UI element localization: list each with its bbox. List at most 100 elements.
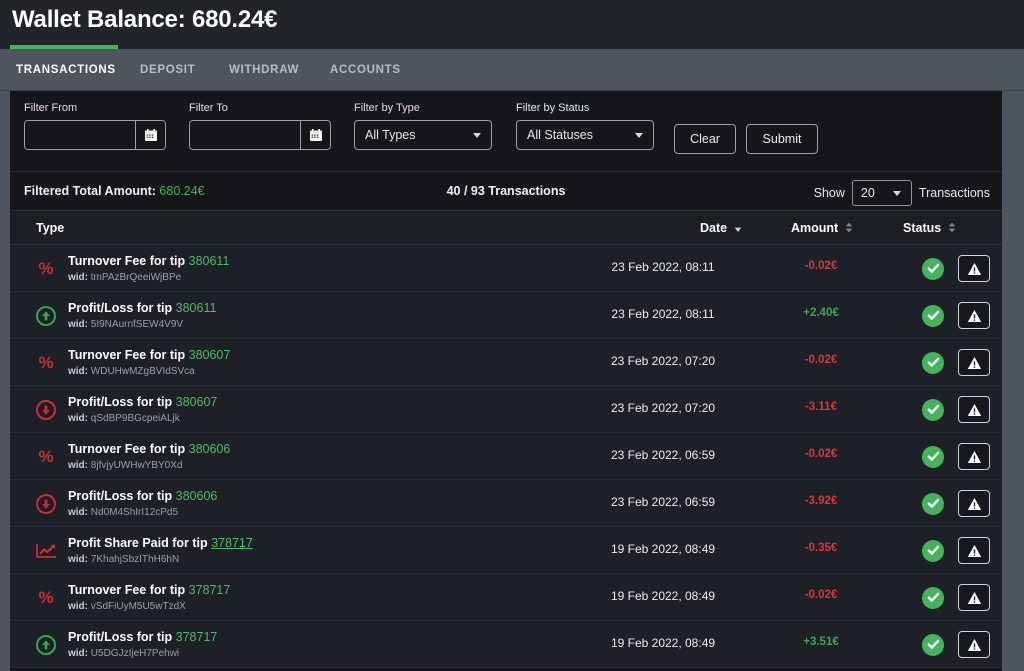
table-row: Profit/Loss for tip 378717 wid: U5DGJzIje… (10, 621, 1002, 668)
column-header-type[interactable]: Type (36, 221, 64, 235)
report-issue-button[interactable] (958, 255, 990, 282)
report-issue-button[interactable] (958, 443, 990, 470)
table-row: % Turnover Fee for tip 380606 wid: 8jfvjyU… (10, 433, 1002, 480)
transaction-wid: wid: Nd0M4ShIrI12cPd5 (68, 505, 217, 520)
check-icon (922, 633, 944, 656)
transaction-title-text: Profit/Loss for tip (68, 395, 173, 409)
wid-label: wid: (68, 554, 88, 565)
page-title: Wallet Balance: 680.24€ (12, 6, 278, 33)
transaction-wid: wid: WDUHwMZgBVIdSVca (68, 364, 230, 379)
report-issue-button[interactable] (958, 349, 990, 376)
transaction-title-text: Profit/Loss for tip (68, 630, 173, 644)
filter-type-group: Filter by Type All Types (354, 102, 492, 150)
warning-icon (967, 309, 981, 322)
transaction-wid: wid: 7KhahjSbzIThH6hN (68, 552, 253, 567)
wid-label: wid: (68, 601, 88, 612)
transaction-wid: wid: 8jfvjyUWHwYBY0Xd (68, 458, 230, 473)
check-icon (922, 492, 944, 515)
transaction-wid: wid: 5I9NAurnfSEW4V9V (68, 317, 216, 332)
tab-transactions[interactable]: TRANSACTIONS (16, 49, 116, 91)
page-size-select[interactable]: 20 (851, 180, 912, 206)
report-issue-button[interactable] (958, 631, 990, 658)
filter-status-label: Filter by Status (516, 102, 590, 114)
submit-button[interactable]: Submit (746, 124, 818, 154)
column-header-status[interactable]: Status (903, 221, 956, 235)
tip-id-link[interactable]: 378717 (211, 536, 253, 550)
clear-button[interactable]: Clear (674, 124, 736, 154)
table-header: Type Date Amount Status (10, 211, 1002, 245)
wid-label: wid: (68, 648, 88, 659)
warning-icon (967, 450, 981, 463)
transaction-type-cell: Profit Share Paid for tip 378717 wid: 7Kh… (68, 535, 253, 567)
filter-type-value: All Types (365, 128, 416, 142)
transaction-title-text: Turnover Fee for tip (68, 254, 186, 268)
percent-icon: % (38, 447, 54, 466)
show-label: Show (813, 186, 845, 200)
wid-value: 8jfvjyUWHwYBY0Xd (90, 460, 183, 471)
transaction-type-icon: % (26, 574, 66, 621)
percent-icon: % (38, 259, 54, 278)
filter-bar: Filter From Filter To Filter by Type All… (10, 91, 1002, 171)
calendar-icon (309, 129, 322, 141)
filter-status-select[interactable]: All Statuses (516, 120, 654, 150)
transaction-amount: -0.02€ (804, 448, 838, 460)
filter-to-group: Filter To (189, 102, 331, 150)
warning-icon (967, 638, 981, 651)
column-header-date[interactable]: Date (700, 221, 742, 235)
tab-accounts[interactable]: ACCOUNTS (330, 49, 401, 91)
filter-to-calendar-button[interactable] (300, 121, 330, 149)
transaction-title-text: Turnover Fee for tip (68, 583, 186, 597)
column-header-amount[interactable]: Amount (791, 221, 853, 235)
wid-label: wid: (68, 366, 88, 377)
warning-icon (967, 497, 981, 510)
arrow-up-icon (36, 305, 56, 326)
table-row: % Turnover Fee for tip 380611 wid: tmPAzBr… (10, 245, 1002, 292)
transaction-type-icon: % (26, 339, 66, 386)
transaction-amount: -3.11€ (805, 401, 837, 413)
transaction-type-cell: Turnover Fee for tip 380607 wid: WDUHwMZg… (68, 347, 230, 379)
check-icon (922, 398, 944, 421)
report-issue-button[interactable] (958, 302, 990, 329)
transaction-amount: -0.35€ (804, 542, 838, 554)
table-row: Profit Share Paid for tip 378717 wid: 7Kh… (10, 527, 1002, 574)
tip-id-link: 380607 (175, 395, 218, 409)
report-issue-button[interactable] (958, 490, 990, 517)
transaction-type-icon (26, 527, 66, 574)
wid-label: wid: (68, 319, 88, 330)
arrow-down-icon (36, 493, 56, 514)
filter-to-input[interactable] (190, 121, 300, 149)
transaction-type-cell: Turnover Fee for tip 380606 wid: 8jfvjyUW… (68, 441, 230, 473)
transaction-title: Profit/Loss for tip 380607 (68, 394, 217, 410)
tab-withdraw[interactable]: WITHDRAW (229, 49, 299, 91)
transaction-type-cell: Turnover Fee for tip 380611 wid: tmPAzBrQ… (68, 253, 229, 285)
transaction-type-icon (26, 292, 66, 339)
column-header-amount-label: Amount (791, 221, 839, 235)
transaction-type-icon (26, 386, 66, 433)
tab-deposit[interactable]: DEPOSIT (140, 49, 195, 91)
check-icon (922, 539, 944, 562)
transaction-wid: wid: vSdFiUyM5U5wTzdX (68, 599, 230, 614)
table-row: % Turnover Fee for tip 378717 wid: vSdFiUy… (10, 574, 1002, 621)
page-size-control: Show 20 Transactions (814, 180, 990, 206)
filter-from-label: Filter From (24, 102, 78, 114)
transaction-title-text: Turnover Fee for tip (68, 442, 186, 456)
transaction-date: 23 Feb 2022, 06:59 (610, 448, 716, 462)
transaction-date: 19 Feb 2022, 08:49 (610, 542, 716, 556)
filter-from-input[interactable] (25, 121, 135, 149)
filter-type-select[interactable]: All Types (354, 120, 492, 150)
filter-from-calendar-button[interactable] (135, 121, 165, 149)
transaction-title-text: Profit/Loss for tip (68, 301, 173, 315)
transaction-type-icon: % (26, 433, 66, 480)
panel-clip: Filter From Filter To Filter by Type All… (10, 91, 1002, 671)
sort-desc-icon (734, 222, 742, 236)
wid-value: qSdBP9BGcpeiALjk (90, 413, 180, 424)
report-issue-button[interactable] (958, 396, 990, 423)
warning-icon (967, 356, 981, 369)
transaction-title: Turnover Fee for tip 378717 (68, 582, 230, 598)
check-icon (922, 351, 944, 374)
summary-bar: Filtered Total Amount: 680.24€ 40 / 93 T… (10, 171, 1002, 211)
report-issue-button[interactable] (958, 584, 990, 611)
column-header-status-label: Status (903, 221, 942, 235)
table-row: Profit/Loss for tip 380606 wid: Nd0M4ShIr… (10, 480, 1002, 527)
report-issue-button[interactable] (958, 537, 990, 564)
